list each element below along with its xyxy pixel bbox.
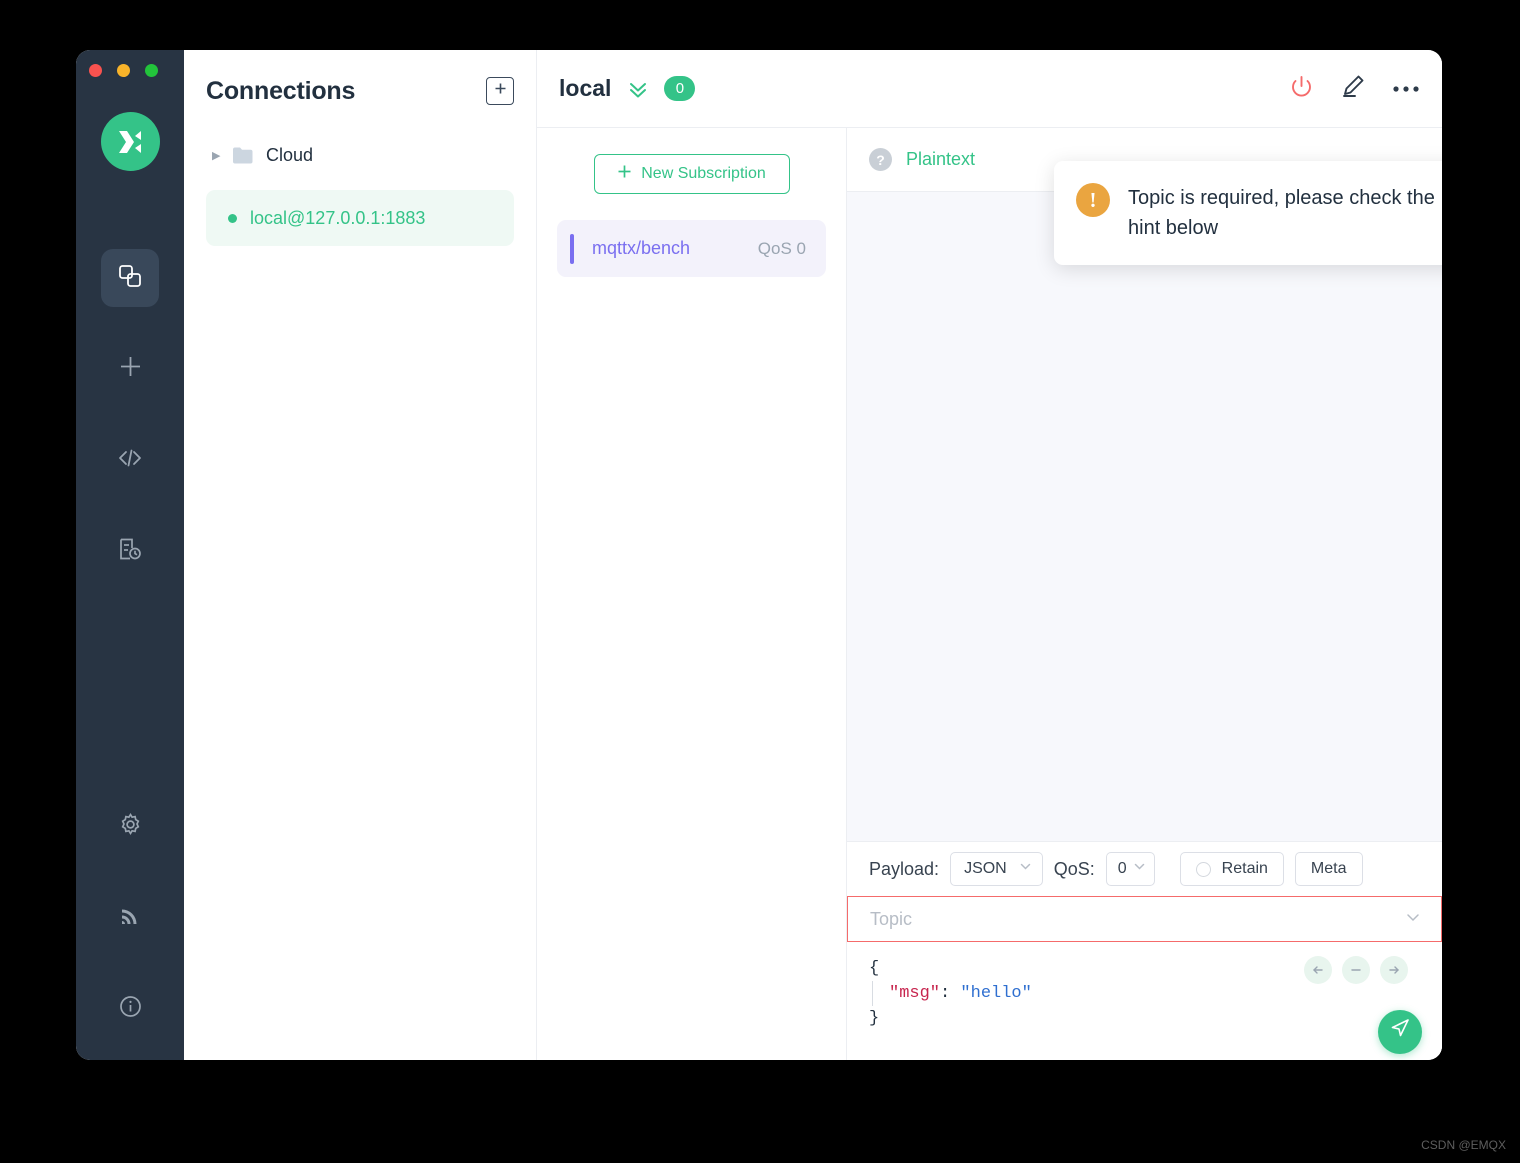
document-clock-icon bbox=[117, 536, 143, 567]
ellipsis-icon bbox=[1392, 80, 1420, 98]
subscription-qos: QoS 0 bbox=[757, 238, 806, 258]
json-value: "hello" bbox=[960, 984, 1032, 1003]
folder-label: Cloud bbox=[266, 144, 314, 165]
minus-icon[interactable] bbox=[1342, 956, 1370, 984]
payload-format-label[interactable]: Plaintext bbox=[906, 149, 975, 170]
folder-icon bbox=[232, 146, 254, 164]
sidebar-item-new-connection[interactable] bbox=[101, 340, 159, 398]
sidebar-item-scripts[interactable] bbox=[101, 431, 159, 489]
meta-button[interactable]: Meta bbox=[1294, 852, 1363, 886]
double-chevron-down-icon[interactable] bbox=[627, 78, 649, 100]
sidebar-item-settings[interactable] bbox=[101, 798, 159, 856]
icon-rail bbox=[76, 50, 184, 1060]
connections-panel: Connections ▶ Cloud local@127.0.0.1:1883 bbox=[184, 50, 537, 1060]
send-button[interactable] bbox=[1378, 1010, 1422, 1054]
qos-value: 0 bbox=[1117, 860, 1127, 877]
power-icon bbox=[1289, 74, 1314, 104]
subscription-topic: mqttx/bench bbox=[592, 238, 691, 258]
payload-format-value: JSON bbox=[964, 860, 1007, 877]
subscriptions-panel: New Subscription mqttx/bench QoS 0 bbox=[537, 128, 847, 1060]
warning-toast: ! Topic is required, please check the hi… bbox=[1054, 161, 1442, 265]
messages-publish-panel: ? Plaintext Payload: JSON QoS: 0 Retain … bbox=[847, 128, 1442, 1060]
retain-label: Retain bbox=[1221, 860, 1268, 877]
payload-editor[interactable]: { "msg": "hello" } bbox=[847, 942, 1442, 1060]
pencil-icon bbox=[1340, 73, 1366, 104]
sidebar-item-connection-local[interactable]: local@127.0.0.1:1883 bbox=[206, 190, 514, 246]
window-traffic-lights bbox=[89, 64, 158, 77]
topic-placeholder: Topic bbox=[870, 908, 913, 929]
warning-exclamation-icon: ! bbox=[1076, 183, 1110, 217]
plus-icon bbox=[617, 164, 632, 184]
chevron-right-icon[interactable]: ▶ bbox=[212, 149, 228, 162]
minimize-window-button[interactable] bbox=[117, 64, 130, 77]
toast-message: Topic is required, please check the hint… bbox=[1128, 187, 1435, 239]
maximize-window-button[interactable] bbox=[145, 64, 158, 77]
sidebar-item-broadcast[interactable] bbox=[101, 889, 159, 947]
paper-plane-icon bbox=[1389, 1017, 1411, 1048]
subscription-list-item[interactable]: mqttx/bench QoS 0 bbox=[557, 220, 826, 277]
json-colon: : bbox=[940, 984, 961, 1003]
plus-square-icon bbox=[493, 81, 508, 101]
retain-toggle[interactable]: Retain bbox=[1179, 852, 1284, 886]
editor-line-3: } bbox=[869, 1009, 880, 1028]
connection-folder-cloud[interactable]: ▶ Cloud bbox=[206, 132, 514, 178]
page-title: Connections bbox=[206, 76, 356, 105]
app-window: Connections ▶ Cloud local@127.0.0.1:1883… bbox=[76, 50, 1442, 1060]
code-brackets-icon bbox=[116, 444, 144, 477]
qos-select[interactable]: 0 bbox=[1105, 852, 1155, 886]
header-actions bbox=[1289, 73, 1420, 104]
edit-connection-button[interactable] bbox=[1340, 73, 1366, 104]
connection-header: local 0 bbox=[537, 50, 1442, 128]
message-count-badge: 0 bbox=[664, 76, 696, 101]
qos-label: QoS: bbox=[1053, 858, 1095, 879]
editor-nav-buttons bbox=[1304, 956, 1408, 984]
connection-name: local bbox=[559, 75, 612, 101]
json-key: "msg" bbox=[889, 984, 941, 1003]
radio-icon bbox=[1195, 861, 1211, 877]
connection-label: local@127.0.0.1:1883 bbox=[250, 207, 426, 228]
sidebar-item-log[interactable] bbox=[101, 522, 159, 580]
publish-box: Payload: JSON QoS: 0 Retain Meta Topic {… bbox=[847, 841, 1442, 1060]
close-window-button[interactable] bbox=[89, 64, 102, 77]
topic-input[interactable]: Topic bbox=[847, 896, 1442, 942]
connections-header: Connections bbox=[206, 50, 514, 132]
arrow-left-icon[interactable] bbox=[1304, 956, 1332, 984]
watermark: CSDN @EMQX bbox=[1421, 1138, 1506, 1152]
signal-icon bbox=[118, 903, 143, 933]
meta-label: Meta bbox=[1310, 860, 1347, 877]
disconnect-button[interactable] bbox=[1289, 74, 1314, 104]
chevron-down-icon bbox=[1019, 860, 1032, 878]
status-badge bbox=[228, 213, 237, 223]
new-subscription-label: New Subscription bbox=[641, 165, 766, 182]
gear-icon bbox=[118, 812, 143, 842]
plus-icon bbox=[117, 353, 144, 385]
payload-format-select[interactable]: JSON bbox=[950, 852, 1043, 886]
add-connection-button[interactable] bbox=[486, 77, 514, 105]
question-mark-icon[interactable]: ? bbox=[869, 148, 892, 171]
overlapping-squares-icon bbox=[117, 263, 143, 294]
sidebar-item-connections[interactable] bbox=[101, 249, 159, 307]
chevron-down-icon bbox=[1133, 860, 1146, 878]
info-icon bbox=[118, 994, 143, 1024]
chevron-down-icon[interactable] bbox=[1405, 909, 1421, 930]
subscription-color-bar bbox=[570, 233, 574, 264]
sidebar-item-about[interactable] bbox=[101, 980, 159, 1038]
mqttx-logo-icon bbox=[100, 112, 160, 171]
payload-label: Payload: bbox=[869, 858, 940, 879]
main-body: New Subscription mqttx/bench QoS 0 ? Pla… bbox=[537, 128, 1442, 1060]
new-subscription-button[interactable]: New Subscription bbox=[593, 154, 790, 194]
arrow-right-icon[interactable] bbox=[1380, 956, 1408, 984]
editor-line-2: "msg": "hello" bbox=[872, 981, 1420, 1006]
more-options-button[interactable] bbox=[1392, 80, 1420, 98]
messages-list bbox=[847, 192, 1442, 841]
publish-options-bar: Payload: JSON QoS: 0 Retain Meta bbox=[847, 842, 1442, 896]
